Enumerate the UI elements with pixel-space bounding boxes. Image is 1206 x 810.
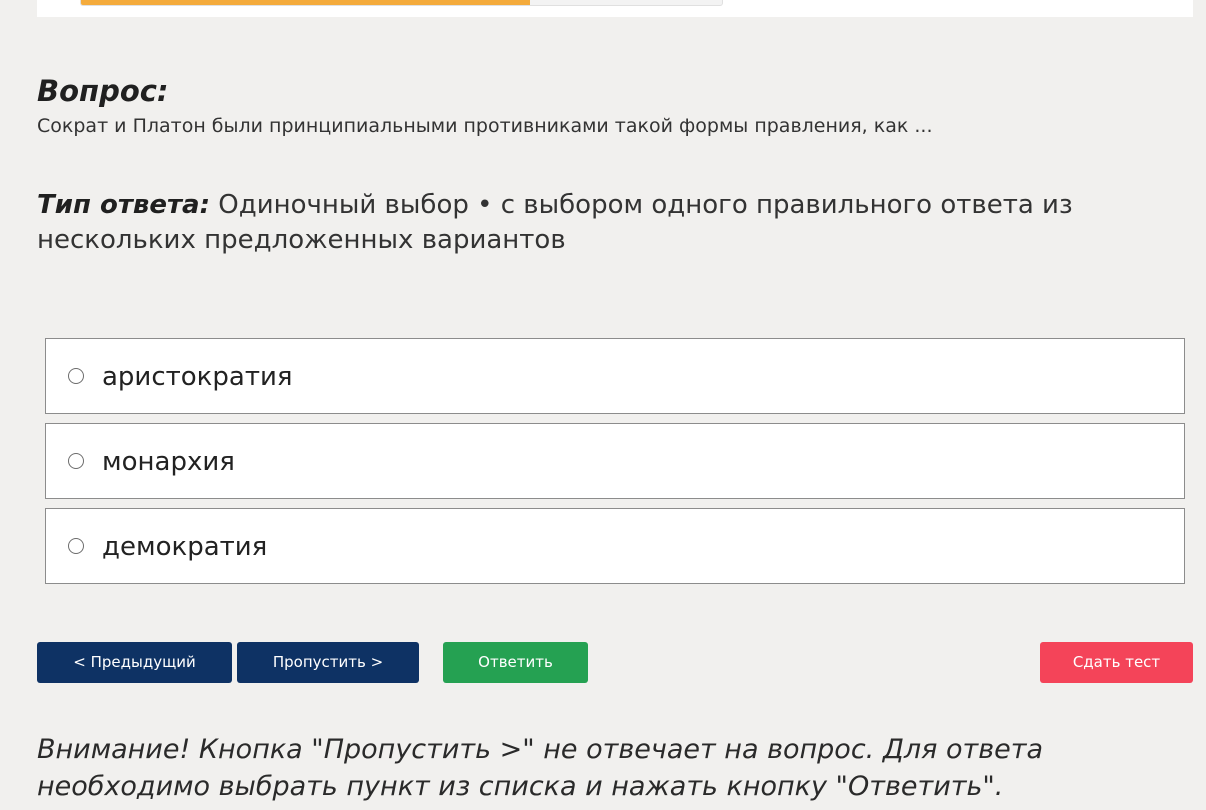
answer-type: Тип ответа: Одиночный выбор • с выбором … xyxy=(37,188,1177,258)
warning-text: Внимание! Кнопка "Пропустить >" не отвеч… xyxy=(37,734,1044,802)
option-label: монархия xyxy=(102,447,235,477)
option-label: аристократия xyxy=(102,362,293,392)
skip-button[interactable]: Пропустить > xyxy=(237,642,419,683)
option-monarchy[interactable]: монархия xyxy=(45,423,1185,499)
option-democracy[interactable]: демократия xyxy=(45,508,1185,584)
answer-type-label: Тип ответа: xyxy=(37,190,210,220)
previous-button[interactable]: < Предыдущий xyxy=(37,642,232,683)
question-heading: Вопрос: xyxy=(37,74,169,108)
option-aristocracy[interactable]: аристократия xyxy=(45,338,1185,414)
answer-button[interactable]: Ответить xyxy=(443,642,588,683)
option-label: демократия xyxy=(102,532,268,562)
submit-test-button[interactable]: Сдать тест xyxy=(1040,642,1193,683)
radio-button[interactable] xyxy=(68,453,84,469)
progress-fill xyxy=(81,0,530,5)
progress-panel xyxy=(37,0,1193,17)
radio-button[interactable] xyxy=(68,538,84,554)
radio-button[interactable] xyxy=(68,368,84,384)
question-text: Сократ и Платон были принципиальными про… xyxy=(37,115,933,137)
answer-options: аристократия монархия демократия xyxy=(45,338,1185,593)
progress-bar xyxy=(80,0,723,6)
